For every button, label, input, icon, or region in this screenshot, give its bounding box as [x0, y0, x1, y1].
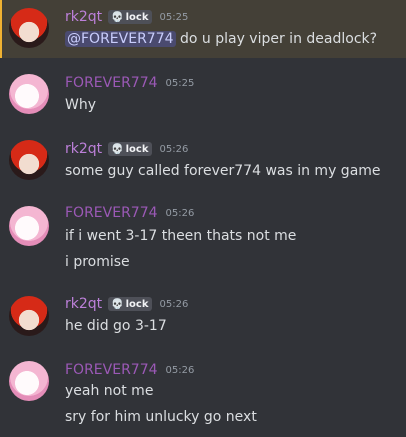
- author-name[interactable]: rk2qt: [65, 141, 102, 157]
- timestamp: 05:26: [159, 143, 189, 155]
- avatar[interactable]: [9, 74, 49, 114]
- clan-tag-label: lock: [125, 298, 149, 310]
- author-name[interactable]: FOREVER774: [65, 362, 158, 378]
- message-header: FOREVER774 05:25: [65, 74, 194, 92]
- avatar[interactable]: [9, 206, 49, 246]
- clan-tag-label: lock: [125, 11, 149, 23]
- clan-tag[interactable]: 💀 lock: [108, 142, 152, 156]
- timestamp: 05:26: [165, 207, 195, 219]
- message-text: if i went 3-17 theen thats not me: [65, 228, 297, 244]
- message-text: Why: [65, 97, 97, 113]
- message-header: FOREVER774 05:26: [65, 204, 194, 222]
- message-text: some guy called forever774 was in my gam…: [65, 163, 381, 179]
- author-name[interactable]: rk2qt: [65, 296, 102, 312]
- message-header: rk2qt 💀 lock 05:26: [65, 140, 188, 158]
- chat-log: rk2qt 💀 lock 05:25 @FOREVER774 do u play …: [0, 0, 406, 437]
- message-text: i promise: [65, 254, 130, 270]
- clan-tag[interactable]: 💀 lock: [108, 297, 152, 311]
- avatar[interactable]: [9, 296, 49, 336]
- message-header: FOREVER774 05:26: [65, 361, 194, 379]
- avatar[interactable]: [9, 8, 49, 48]
- clan-tag[interactable]: 💀 lock: [108, 10, 152, 24]
- clan-tag-label: lock: [125, 143, 149, 155]
- timestamp: 05:25: [165, 77, 195, 89]
- timestamp: 05:26: [165, 364, 195, 376]
- message-header: rk2qt 💀 lock 05:25: [65, 8, 188, 26]
- message-header: rk2qt 💀 lock 05:26: [65, 295, 188, 313]
- author-name[interactable]: FOREVER774: [65, 75, 158, 91]
- avatar[interactable]: [9, 140, 49, 180]
- user-mention[interactable]: @FOREVER774: [65, 31, 176, 47]
- message-highlighted[interactable]: rk2qt 💀 lock 05:25 @FOREVER774 do u play …: [0, 0, 406, 58]
- timestamp: 05:26: [159, 298, 189, 310]
- message-text: @FOREVER774 do u play viper in deadlock?: [65, 30, 377, 48]
- message-text: yeah not me: [65, 383, 154, 399]
- avatar[interactable]: [9, 361, 49, 401]
- message-text: he did go 3-17: [65, 318, 167, 334]
- message-text-body: do u play viper in deadlock?: [175, 31, 378, 47]
- timestamp: 05:25: [159, 11, 189, 23]
- author-name[interactable]: rk2qt: [65, 9, 102, 25]
- skull-icon: 💀: [111, 298, 124, 310]
- author-name[interactable]: FOREVER774: [65, 205, 158, 221]
- message-text: sry for him unlucky go next: [65, 409, 257, 425]
- skull-icon: 💀: [111, 11, 124, 23]
- skull-icon: 💀: [111, 143, 124, 155]
